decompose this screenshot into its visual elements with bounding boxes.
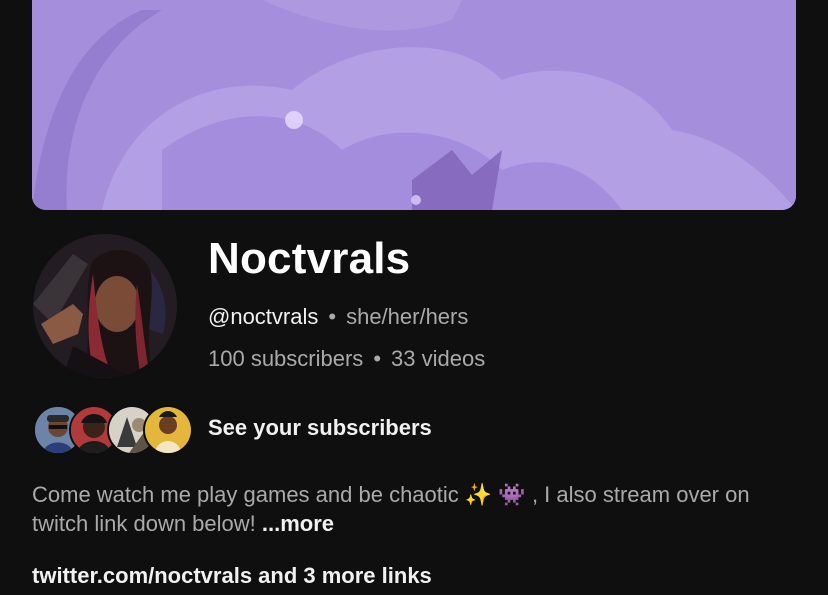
subscriber-avatars: [33, 403, 193, 455]
channel-name: Noctvrals: [208, 234, 411, 283]
subscriber-avatar-4: [143, 405, 193, 455]
see-subscribers-row[interactable]: See your subscribers: [33, 403, 432, 455]
separator-dot: •: [373, 346, 382, 371]
channel-description[interactable]: Come watch me play games and be chaotic …: [32, 480, 792, 538]
channel-handle-row: @noctvrals • she/her/hers: [208, 304, 468, 330]
channel-links[interactable]: twitter.com/noctvrals and 3 more links: [32, 563, 432, 589]
see-subscribers-link[interactable]: See your subscribers: [208, 415, 432, 441]
banner-art: [32, 0, 796, 210]
description-more-button[interactable]: ...more: [262, 511, 334, 536]
channel-stats-row: 100 subscribers • 33 videos: [208, 346, 485, 372]
channel-banner: [32, 0, 796, 210]
channel-pronouns: she/her/hers: [346, 304, 469, 329]
description-text-part1: Come watch me play games and be chaotic: [32, 482, 465, 507]
subscriber-count: 100 subscribers: [208, 346, 364, 371]
channel-handle: @noctvrals: [208, 304, 319, 329]
sparkles-emoji-icon: ✨: [464, 482, 493, 507]
avatar-photo: [33, 234, 177, 378]
channel-page: Noctvrals @noctvrals • she/her/hers 100 su…: [0, 0, 828, 595]
channel-avatar[interactable]: [33, 234, 177, 378]
alien-monster-emoji-icon: 👾: [498, 482, 526, 507]
video-count: 33 videos: [391, 346, 486, 371]
separator-dot: •: [328, 304, 337, 329]
